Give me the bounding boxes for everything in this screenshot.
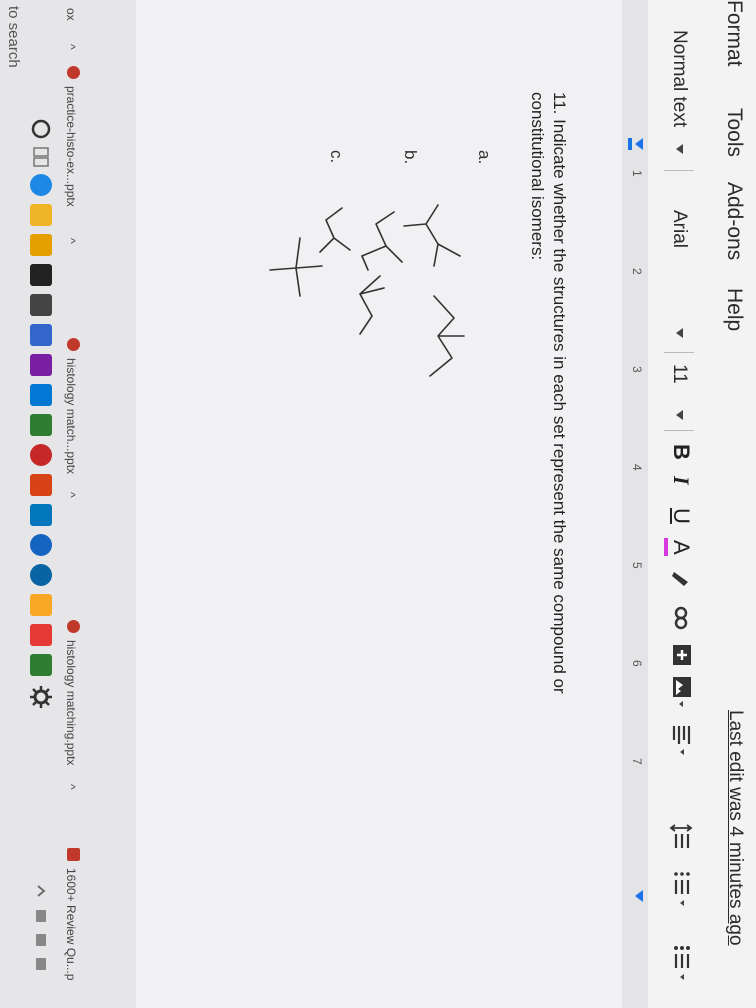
pptx-file-icon — [67, 338, 80, 351]
structure-c1 — [319, 207, 351, 253]
structure-a1 — [403, 204, 461, 267]
lync-icon[interactable] — [30, 384, 52, 406]
structure-b1 — [361, 211, 403, 263]
download-tab-4[interactable]: 1600+ Review Qu...p — [64, 868, 78, 980]
taskbar-app-icon[interactable] — [30, 354, 52, 376]
ie-icon[interactable] — [30, 564, 52, 586]
skeletal-structures — [269, 204, 465, 377]
store-icon[interactable] — [30, 234, 52, 256]
structure-a2 — [429, 295, 465, 377]
edge-browser-icon[interactable] — [30, 174, 52, 196]
taskbar-app-icon[interactable] — [30, 324, 52, 346]
chevron-up-icon[interactable]: ^ — [64, 238, 78, 244]
download-tab-1[interactable]: practice-histo-ex...pptx — [64, 86, 78, 207]
screen: Format Tools Add-ons Help Last edit was … — [0, 0, 756, 1008]
pptx-file-icon — [67, 620, 80, 633]
powerpoint-icon[interactable] — [30, 444, 52, 466]
pptx-file-icon — [67, 66, 80, 79]
structure-b2 — [359, 255, 385, 335]
taskbar-app-icon[interactable] — [30, 654, 52, 676]
taskbar-app-icon[interactable] — [30, 534, 52, 556]
word-icon[interactable] — [30, 504, 52, 526]
system-tray-icons[interactable] — [30, 880, 52, 980]
task-view-icon[interactable] — [30, 146, 52, 168]
chevron-up-icon[interactable]: ^ — [64, 492, 78, 498]
pdf-file-icon — [67, 848, 80, 861]
download-tab-3[interactable]: histology matching.pptx — [64, 640, 78, 765]
download-tab-2[interactable]: histology match...pptx — [64, 358, 78, 474]
left-file-label[interactable]: ox — [64, 8, 78, 21]
search-box[interactable]: to search — [5, 6, 22, 68]
chevron-up-icon[interactable]: ^ — [64, 784, 78, 790]
chrome-icon[interactable] — [30, 594, 52, 616]
excel-icon[interactable] — [30, 414, 52, 436]
settings-icon[interactable] — [28, 684, 54, 710]
file-explorer-icon[interactable] — [30, 204, 52, 226]
chevron-up-icon[interactable]: ^ — [64, 44, 78, 50]
taskbar-app-icon[interactable] — [30, 624, 52, 646]
cortana-icon[interactable] — [30, 118, 52, 140]
mail-icon[interactable] — [30, 264, 52, 286]
structure-c2 — [269, 237, 323, 297]
taskbar-app-icon[interactable] — [30, 474, 52, 496]
taskbar-app-icon[interactable] — [30, 294, 52, 316]
